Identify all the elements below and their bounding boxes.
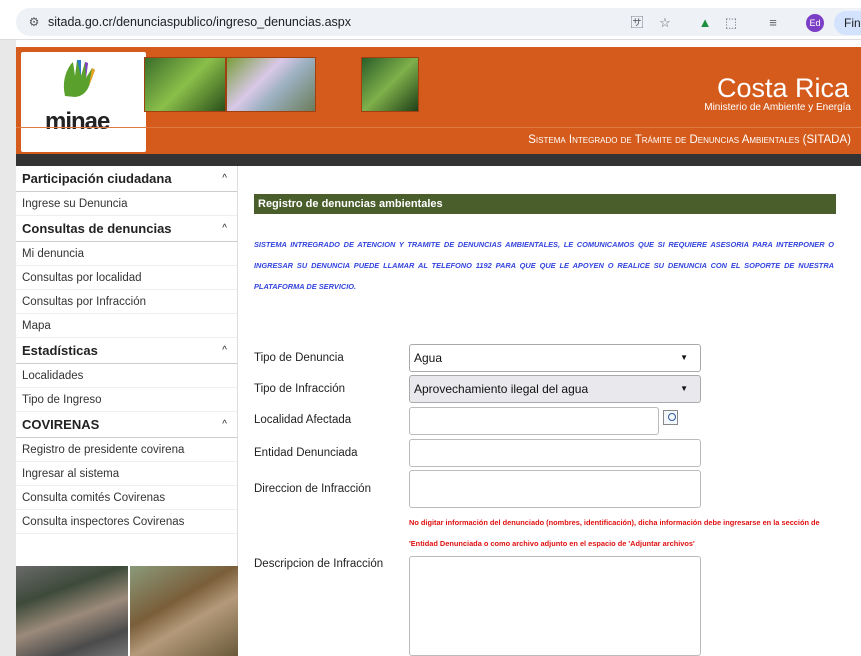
sidebar-photo-landslide bbox=[130, 566, 238, 656]
sidebar-section-consultas[interactable]: Consultas de denuncias ^ bbox=[16, 216, 237, 242]
sidebar: Participación ciudadana ^ Ingrese su Denu… bbox=[16, 166, 238, 656]
header-photo-frog bbox=[144, 57, 226, 112]
header-photo-forest bbox=[361, 57, 419, 112]
star-icon[interactable]: ☆ bbox=[656, 14, 674, 32]
tipo-infraccion-select[interactable]: Aprovechamiento ilegal del agua ▼ bbox=[409, 375, 701, 403]
reading-list-icon[interactable]: ≡ bbox=[764, 14, 782, 32]
sidebar-item-consultas-infraccion[interactable]: Consultas por Infracción bbox=[16, 290, 237, 314]
sidebar-item-consultas-localidad[interactable]: Consultas por localidad bbox=[16, 266, 237, 290]
localidad-input[interactable] bbox=[409, 407, 659, 435]
sidebar-item-ingresar-sistema[interactable]: Ingresar al sistema bbox=[16, 462, 237, 486]
hand-logo-icon bbox=[63, 60, 95, 97]
descripcion-textarea[interactable] bbox=[409, 556, 701, 656]
browser-toolbar: ⚙ sitada.go.cr/denunciaspublico/ingreso_… bbox=[0, 0, 861, 40]
sidebar-item-mapa[interactable]: Mapa bbox=[16, 314, 237, 338]
direccion-label: Direccion de Infracción bbox=[254, 483, 371, 495]
translate-icon[interactable]: 🈂 bbox=[628, 14, 646, 32]
sidebar-item-consulta-inspectores[interactable]: Consulta inspectores Covirenas bbox=[16, 510, 237, 534]
sidebar-section-covirenas[interactable]: COVIRENAS ^ bbox=[16, 412, 237, 438]
page-title: Registro de denuncias ambientales bbox=[254, 194, 836, 214]
country-title: Costa Rica bbox=[716, 73, 849, 103]
sidebar-item-mi-denuncia[interactable]: Mi denuncia bbox=[16, 242, 237, 266]
sidebar-section-estadisticas[interactable]: Estadísticas ^ bbox=[16, 338, 237, 364]
dropdown-arrow-icon: ▼ bbox=[680, 384, 688, 393]
main-content: Registro de denuncias ambientales SISTEM… bbox=[238, 126, 861, 656]
chevron-up-icon[interactable]: ^ bbox=[222, 338, 227, 364]
chevron-up-icon[interactable]: ^ bbox=[222, 216, 227, 242]
sidebar-item-consulta-comites[interactable]: Consulta comités Covirenas bbox=[16, 486, 237, 510]
address-bar[interactable]: ⚙ sitada.go.cr/denunciaspublico/ingreso_… bbox=[16, 8, 861, 36]
sidebar-photos bbox=[16, 566, 238, 656]
sidebar-item-ingrese-denuncia[interactable]: Ingrese su Denuncia bbox=[16, 192, 237, 216]
ministry-subtitle: Ministerio de Ambiente y Energía bbox=[704, 102, 851, 113]
localidad-label: Localidad Afectada bbox=[254, 414, 352, 426]
dropdown-arrow-icon: ▼ bbox=[680, 353, 688, 362]
direccion-input[interactable] bbox=[409, 470, 701, 508]
sidebar-photo-trash bbox=[16, 566, 128, 656]
profile-avatar[interactable]: Ed bbox=[806, 14, 824, 32]
entidad-label: Entidad Denunciada bbox=[254, 447, 358, 459]
drive-icon[interactable]: ▲ bbox=[696, 14, 714, 32]
tipo-denuncia-label: Tipo de Denuncia bbox=[254, 352, 344, 364]
tipo-denuncia-select[interactable]: Agua ▼ bbox=[409, 344, 701, 372]
service-notice: SISTEMA INTREGRADO DE ATENCION Y TRAMITE… bbox=[254, 240, 834, 291]
chevron-up-icon[interactable]: ^ bbox=[222, 412, 227, 438]
entidad-input[interactable] bbox=[409, 439, 701, 467]
descripcion-label: Descripcion de Infracción bbox=[254, 558, 384, 570]
sidebar-item-registro-presidente[interactable]: Registro de presidente covirena bbox=[16, 438, 237, 462]
search-localidad-icon[interactable] bbox=[663, 410, 678, 425]
site-info-icon[interactable]: ⚙ bbox=[26, 14, 42, 30]
tipo-infraccion-label: Tipo de Infracción bbox=[254, 383, 345, 395]
header-photo-orchid bbox=[226, 57, 316, 112]
sidebar-item-tipo-ingreso[interactable]: Tipo de Ingreso bbox=[16, 388, 237, 412]
sidebar-section-participacion[interactable]: Participación ciudadana ^ bbox=[16, 166, 237, 192]
finish-update-button[interactable]: Finis bbox=[834, 11, 861, 35]
privacy-warning: No digitar información del denunciado (n… bbox=[409, 518, 820, 548]
extensions-icon[interactable]: ⬚ bbox=[722, 14, 740, 32]
url-text[interactable]: sitada.go.cr/denunciaspublico/ingreso_de… bbox=[48, 14, 351, 30]
sidebar-item-localidades[interactable]: Localidades bbox=[16, 364, 237, 388]
chevron-up-icon[interactable]: ^ bbox=[222, 166, 227, 192]
